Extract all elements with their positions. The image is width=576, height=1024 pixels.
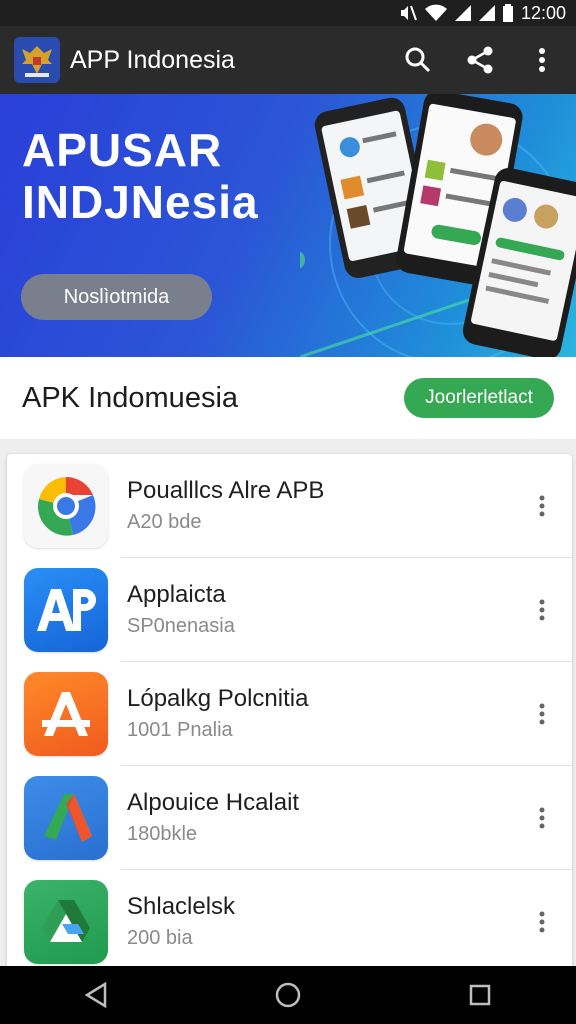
section-title: APK Indomuesia (22, 381, 239, 414)
garuda-emblem-icon[interactable] (14, 37, 60, 83)
more-vert-icon[interactable] (522, 40, 562, 80)
wifi-icon (424, 4, 447, 22)
list-item[interactable]: Lópalkg Polcnitia 1001 Pnalia (7, 662, 572, 766)
more-vert-icon[interactable] (522, 684, 562, 744)
more-vert-icon[interactable] (522, 580, 562, 640)
more-vert-icon[interactable] (522, 476, 562, 536)
app-bar: APP Indonesia (0, 26, 576, 94)
a-letter-icon (24, 672, 108, 756)
home-icon[interactable] (258, 970, 318, 1020)
list-item[interactable]: Alpouice Hcalait 180bkle (7, 766, 572, 870)
app-name: Lópalkg Polcnitia (127, 685, 309, 712)
chrome-like-icon (24, 464, 108, 548)
app-name: Alpouice Hcalait (127, 789, 300, 816)
mute-icon (397, 4, 417, 22)
promo-banner[interactable]: APUSAR INDJNesia Noslìotmida (0, 94, 576, 357)
app-subtitle: 180bkle (127, 823, 198, 845)
list-item[interactable]: Poualllcs Alre APB A20 bde (7, 454, 572, 558)
banner-title-line2: INDJNesia (22, 176, 259, 228)
recents-icon[interactable] (450, 970, 510, 1020)
signal-icon (454, 4, 471, 22)
system-nav-bar (0, 966, 576, 1024)
ap-letter-icon (24, 568, 108, 652)
app-subtitle: 1001 Pnalia (127, 719, 233, 741)
more-vert-icon[interactable] (522, 892, 562, 952)
app-list: Poualllcs Alre APB A20 bde Applaicta SP0… (7, 454, 572, 974)
share-icon[interactable] (460, 40, 500, 80)
app-subtitle: 200 bia (127, 927, 193, 949)
list-item[interactable]: Applaicta SP0nenasia (7, 558, 572, 662)
app-name: Shlaclelsk (127, 893, 236, 920)
signal-icon (478, 4, 495, 22)
phones-illustration (300, 94, 576, 357)
download-button[interactable]: Joorlerletlact (404, 378, 554, 418)
search-icon[interactable] (398, 40, 438, 80)
status-time: 12:00 (520, 2, 566, 23)
app-subtitle: A20 bde (127, 511, 202, 533)
drive-like-icon (24, 880, 108, 964)
ads-triangle-icon (24, 776, 108, 860)
app-title: APP Indonesia (70, 45, 235, 74)
list-item[interactable]: Shlaclelsk 200 bia (7, 870, 572, 974)
banner-title-line1: APUSAR (22, 124, 223, 176)
battery-icon (502, 4, 513, 22)
section-header: APK Indomuesia Joorlerletlact (0, 357, 576, 439)
banner-title: APUSAR INDJNesia (22, 124, 259, 228)
banner-button[interactable]: Noslìotmida (21, 274, 212, 320)
status-bar: 12:00 (0, 0, 576, 26)
more-vert-icon[interactable] (522, 788, 562, 848)
app-name: Poualllcs Alre APB (127, 477, 325, 504)
back-icon[interactable] (66, 970, 126, 1020)
app-name: Applaicta (127, 581, 226, 608)
app-subtitle: SP0nenasia (127, 615, 235, 637)
